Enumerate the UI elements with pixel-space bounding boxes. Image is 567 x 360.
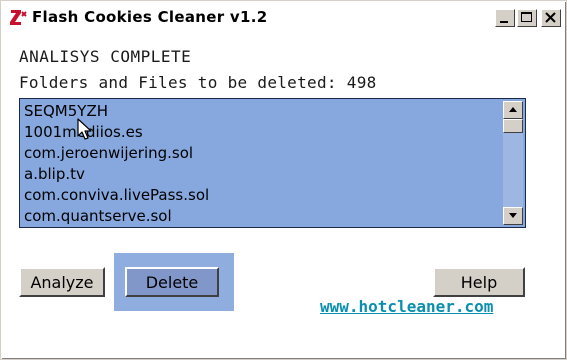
app-logo-icon xyxy=(8,7,28,27)
list-item[interactable]: SEQM5YZH xyxy=(24,101,499,122)
files-listbox[interactable]: SEQM5YZH 1001mediios.es com.jeroenwijeri… xyxy=(19,98,526,228)
scroll-up-button[interactable] xyxy=(503,101,523,119)
website-link[interactable]: www.hotcleaner.com xyxy=(320,297,493,316)
scroll-thumb[interactable] xyxy=(503,119,523,133)
close-icon xyxy=(545,12,556,23)
list-items: SEQM5YZH 1001mediios.es com.jeroenwijeri… xyxy=(24,101,499,227)
scroll-down-button[interactable] xyxy=(503,207,523,225)
files-count-label: Folders and Files to be deleted: 498 xyxy=(19,73,377,92)
title-bar[interactable]: Flash Cookies Cleaner v1.2 xyxy=(4,4,563,30)
help-button[interactable]: Help xyxy=(433,267,525,297)
list-scrollbar[interactable] xyxy=(503,101,523,225)
maximize-button[interactable] xyxy=(517,9,537,27)
list-item[interactable]: com.jeroenwijering.sol xyxy=(24,143,499,164)
arrow-up-icon xyxy=(509,107,517,112)
window-title: Flash Cookies Cleaner v1.2 xyxy=(32,8,268,26)
list-item[interactable]: 1001mediios.es xyxy=(24,122,499,143)
minimize-icon xyxy=(500,21,508,23)
mouse-cursor-icon xyxy=(77,118,92,140)
close-button[interactable] xyxy=(541,9,561,27)
list-item[interactable]: a.blip.tv xyxy=(24,164,499,185)
status-heading: ANALISYS COMPLETE xyxy=(19,47,192,66)
arrow-down-icon xyxy=(509,213,517,218)
minimize-button[interactable] xyxy=(495,9,515,27)
maximize-icon xyxy=(521,12,532,22)
delete-button[interactable]: Delete xyxy=(125,267,219,297)
analyze-button[interactable]: Analyze xyxy=(19,267,105,297)
app-window: Flash Cookies Cleaner v1.2 ANALISYS COMP… xyxy=(0,0,567,360)
list-item[interactable]: com.conviva.livePass.sol xyxy=(24,185,499,206)
list-item[interactable]: com.quantserve.sol xyxy=(24,206,499,227)
